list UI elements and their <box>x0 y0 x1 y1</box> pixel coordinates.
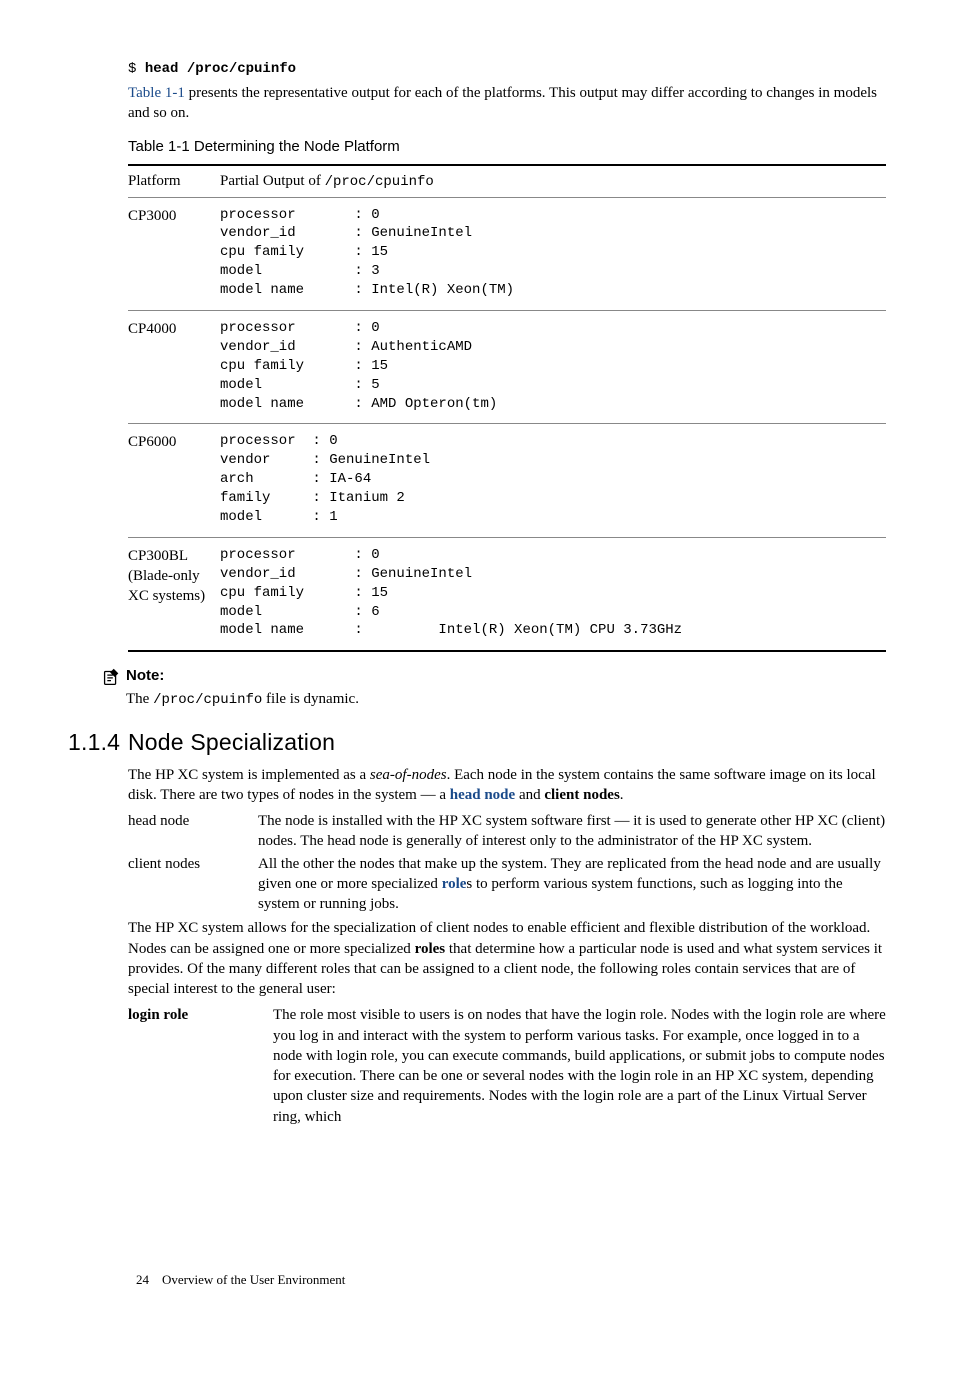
shell-command: head /proc/cpuinfo <box>145 61 296 77</box>
output-cell: processor : 0 vendor_id : GenuineIntel c… <box>220 546 886 640</box>
table-header-output: Partial Output of /proc/cpuinfo <box>220 165 886 197</box>
output-cell: processor : 0 vendor_id : AuthenticAMD c… <box>220 319 886 413</box>
paragraph: The HP XC system allows for the speciali… <box>128 918 886 999</box>
table-row: CP3000 processor : 0 vendor_id : Genuine… <box>128 197 886 310</box>
term: client nodes <box>128 854 258 915</box>
page-number: 24 <box>136 1272 149 1287</box>
section-number: 1.1.4 <box>68 727 128 758</box>
section-heading: 1.1.4Node Specialization <box>68 727 886 758</box>
note-text: The /proc/cpuinfo file is dynamic. <box>126 689 886 710</box>
intro-paragraph: Table 1-1 presents the representative ou… <box>128 83 886 124</box>
definition: The role most visible to users is on nod… <box>273 1005 886 1127</box>
table-caption: Table 1-1 Determining the Node Platform <box>128 137 886 157</box>
shell-prompt: $ <box>128 61 145 77</box>
note-title: Note: <box>126 666 886 686</box>
term: head node <box>128 811 258 852</box>
note-block: Note: The /proc/cpuinfo file is dynamic. <box>100 666 886 709</box>
output-cell: processor : 0 vendor : GenuineIntel arch… <box>220 432 886 526</box>
table-header-platform: Platform <box>128 165 220 197</box>
footer-title: Overview of the User Environment <box>162 1272 345 1287</box>
table-header-row: Platform Partial Output of /proc/cpuinfo <box>128 165 886 197</box>
definition: The node is installed with the HP XC sys… <box>258 811 886 852</box>
list-item: client nodes All the other the nodes tha… <box>128 854 886 915</box>
definition: All the other the nodes that make up the… <box>258 854 886 915</box>
platform-cell: CP6000 <box>128 424 220 537</box>
paragraph: The HP XC system is implemented as a sea… <box>128 765 886 806</box>
platform-cell: CP300BL (Blade-only XC systems) <box>128 537 220 651</box>
list-item: head node The node is installed with the… <box>128 811 886 852</box>
output-cell: processor : 0 vendor_id : GenuineIntel c… <box>220 206 886 300</box>
note-icon <box>100 666 126 694</box>
platform-table: Platform Partial Output of /proc/cpuinfo… <box>128 164 886 653</box>
table-row: CP6000 processor : 0 vendor : GenuineInt… <box>128 424 886 537</box>
platform-cell: CP4000 <box>128 310 220 423</box>
section-title: Node Specialization <box>128 729 335 755</box>
definition-list: login role The role most visible to user… <box>128 1005 886 1127</box>
platform-cell: CP3000 <box>128 197 220 310</box>
table-row: CP300BL (Blade-only XC systems) processo… <box>128 537 886 651</box>
table-row: CP4000 processor : 0 vendor_id : Authent… <box>128 310 886 423</box>
glossary-link-role[interactable]: role <box>442 876 467 892</box>
table-crossref-link[interactable]: Table 1-1 <box>128 85 185 101</box>
intro-text: presents the representative output for e… <box>128 85 877 121</box>
command-line: $ head /proc/cpuinfo <box>128 58 886 79</box>
term: login role <box>128 1005 273 1127</box>
list-item: login role The role most visible to user… <box>128 1005 886 1127</box>
definition-list: head node The node is installed with the… <box>128 811 886 914</box>
glossary-link-head-node[interactable]: head node <box>450 787 515 803</box>
page-footer: 24 Overview of the User Environment <box>136 1271 345 1289</box>
